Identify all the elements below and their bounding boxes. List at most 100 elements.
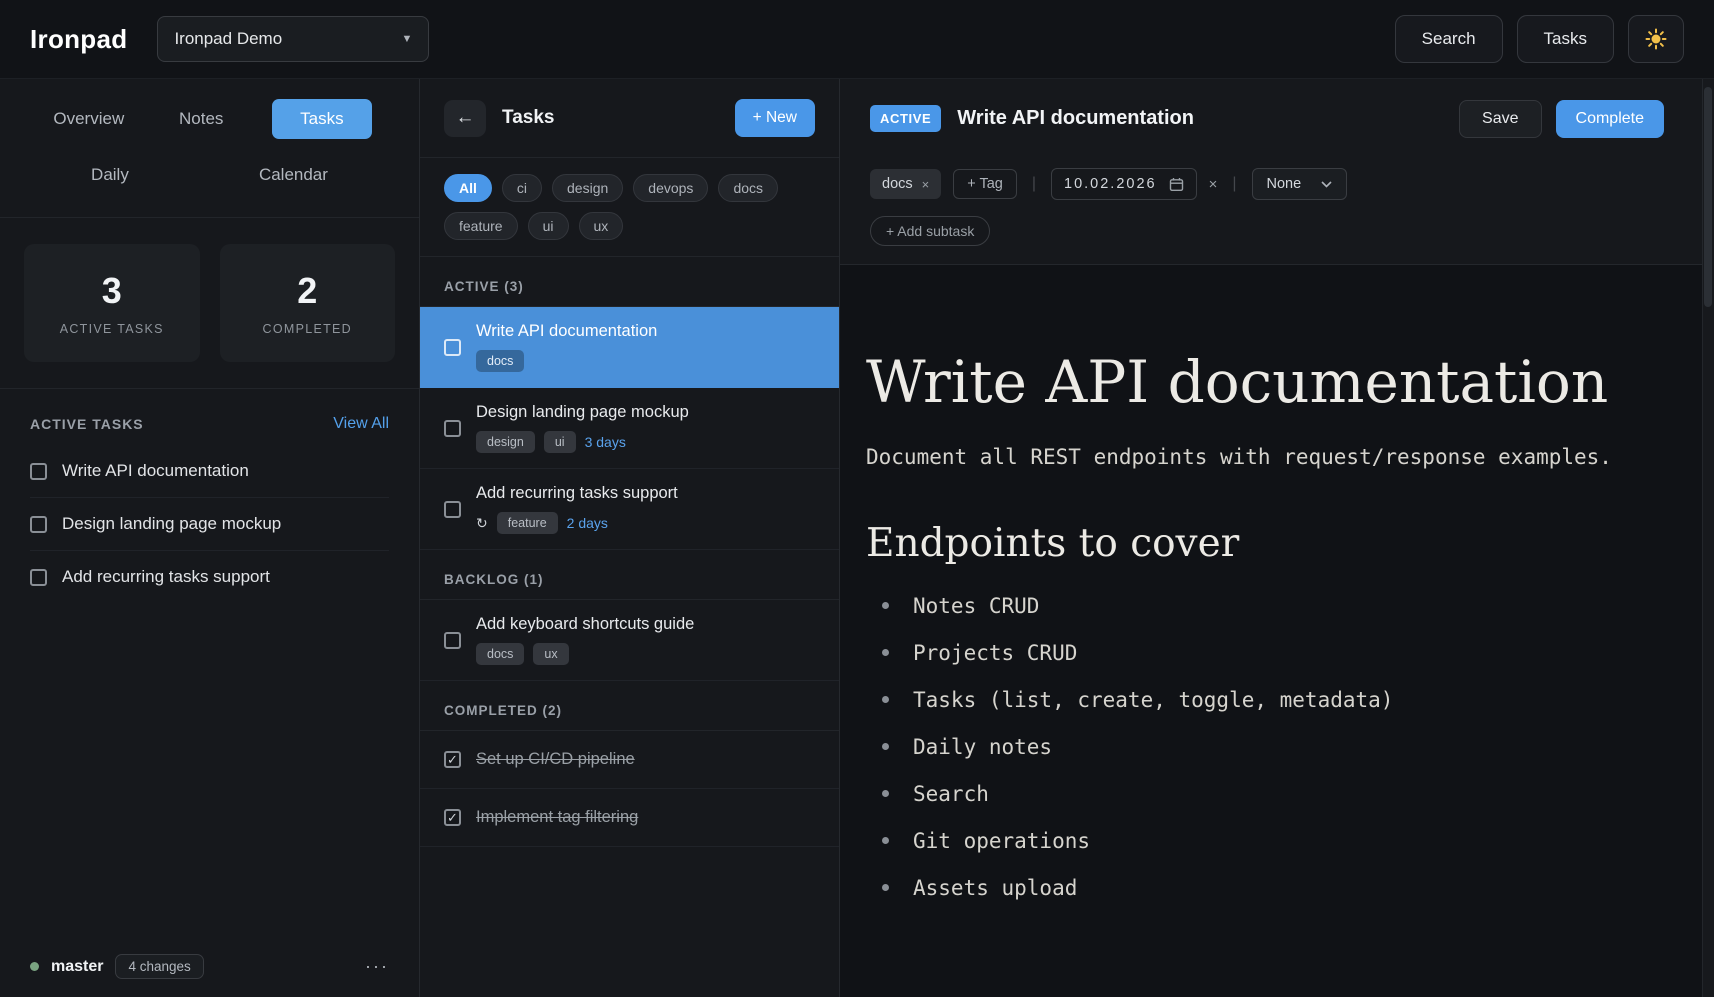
task-checkbox[interactable] <box>444 420 461 437</box>
list-item[interactable]: Add recurring tasks support <box>30 551 389 603</box>
tag-chip[interactable]: feature <box>497 512 558 534</box>
stat-value: 3 <box>102 270 122 312</box>
sidebar-nav-row-1: Overview Notes Tasks <box>26 99 393 139</box>
priority-select[interactable]: None <box>1252 168 1348 200</box>
calendar-icon <box>1169 177 1184 192</box>
list-item[interactable]: Write API documentation <box>30 445 389 498</box>
sidebar-item-calendar[interactable]: Calendar <box>253 157 334 193</box>
task-checkbox[interactable] <box>30 569 47 586</box>
list-item: Search <box>866 782 1644 806</box>
task-checkbox-checked[interactable] <box>444 751 461 768</box>
task-row-completed[interactable]: Set up CI/CD pipeline <box>420 731 839 789</box>
bullet-icon <box>882 790 889 797</box>
add-tag-button[interactable]: + Tag <box>953 169 1017 199</box>
task-content: Add recurring tasks support ↻ feature 2 … <box>476 484 678 534</box>
view-all-link[interactable]: View All <box>333 415 389 433</box>
section-title: ACTIVE TASKS <box>30 416 144 432</box>
sidebar-item-daily[interactable]: Daily <box>85 157 135 193</box>
project-selector[interactable]: Ironpad Demo ▼ <box>157 16 429 62</box>
tag-chip[interactable]: ux <box>533 643 568 665</box>
sidebar-item-tasks[interactable]: Tasks <box>272 99 371 139</box>
branch-name: master <box>51 958 103 976</box>
filter-chip-design[interactable]: design <box>552 174 623 202</box>
bullet-text: Projects CRUD <box>913 641 1077 665</box>
remove-tag-button[interactable]: × <box>922 177 930 192</box>
add-subtask-button[interactable]: + Add subtask <box>870 216 990 246</box>
task-content: Set up CI/CD pipeline <box>476 750 635 769</box>
filter-chip-feature[interactable]: feature <box>444 212 518 240</box>
task-list: ACTIVE (3) Write API documentation docs … <box>420 257 839 997</box>
filter-chip-docs[interactable]: docs <box>718 174 778 202</box>
bullet-icon <box>882 602 889 609</box>
search-button[interactable]: Search <box>1395 15 1503 63</box>
document-preview: Write API documentation Document all RES… <box>840 264 1714 997</box>
theme-toggle-button[interactable] <box>1628 15 1684 63</box>
stat-card-completed: 2 COMPLETED <box>220 244 396 362</box>
task-title: Write API documentation <box>476 322 657 341</box>
save-button[interactable]: Save <box>1459 100 1541 138</box>
task-checkbox[interactable] <box>444 632 461 649</box>
overflow-menu-button[interactable]: ··· <box>365 956 389 977</box>
task-row[interactable]: Design landing page mockup design ui 3 d… <box>420 388 839 469</box>
bullet-icon <box>882 743 889 750</box>
filter-chip-ci[interactable]: ci <box>502 174 542 202</box>
bullet-icon <box>882 884 889 891</box>
task-row-selected[interactable]: Write API documentation docs <box>420 307 839 388</box>
task-checkbox[interactable] <box>30 463 47 480</box>
task-row-completed[interactable]: Implement tag filtering <box>420 789 839 847</box>
filter-chip-devops[interactable]: devops <box>633 174 708 202</box>
list-item: Daily notes <box>866 735 1644 759</box>
due-label: 3 days <box>585 434 626 450</box>
sidebar-item-notes[interactable]: Notes <box>173 101 229 137</box>
tag-chip-docs[interactable]: docs × <box>870 169 941 199</box>
bullet-text: Tasks (list, create, toggle, metadata) <box>913 688 1393 712</box>
filter-chip-ui[interactable]: ui <box>528 212 569 240</box>
sidebar-item-overview[interactable]: Overview <box>47 101 130 137</box>
complete-button[interactable]: Complete <box>1556 100 1664 138</box>
tag-chip[interactable]: design <box>476 431 535 453</box>
tag-chip[interactable]: docs <box>476 643 524 665</box>
app-window: Ironpad Ironpad Demo ▼ Search Tasks <box>0 0 1714 997</box>
task-checkbox[interactable] <box>30 516 47 533</box>
section-header-active: ACTIVE (3) <box>420 257 839 307</box>
toolbar-divider: | <box>1032 175 1036 193</box>
sidebar-nav-row-2: Daily Calendar <box>26 157 393 193</box>
sidebar-footer: master 4 changes ··· <box>0 936 419 997</box>
topbar-actions: Search Tasks <box>1395 15 1684 63</box>
tag-chip[interactable]: docs <box>476 350 524 372</box>
tag-chip[interactable]: ui <box>544 431 576 453</box>
active-tasks-section: ACTIVE TASKS View All Write API document… <box>0 389 419 603</box>
task-row[interactable]: Add recurring tasks support ↻ feature 2 … <box>420 469 839 550</box>
task-checkbox[interactable] <box>444 339 461 356</box>
list-item: Notes CRUD <box>866 594 1644 618</box>
task-checkbox[interactable] <box>444 501 461 518</box>
chevron-down-icon <box>1321 181 1332 188</box>
tasks-button[interactable]: Tasks <box>1517 15 1614 63</box>
back-button[interactable]: ← <box>444 100 486 137</box>
changes-badge[interactable]: 4 changes <box>115 954 203 979</box>
new-task-button[interactable]: + New <box>735 99 815 137</box>
list-item[interactable]: Design landing page mockup <box>30 498 389 551</box>
branch-status-icon <box>30 962 39 971</box>
scrollbar[interactable] <box>1702 79 1714 997</box>
detail-title: Write API documentation <box>957 107 1194 130</box>
scrollbar-thumb[interactable] <box>1704 87 1712 307</box>
tag-filter-bar: All ci design devops docs feature ui ux <box>420 158 839 257</box>
bullet-text: Notes CRUD <box>913 594 1039 618</box>
task-meta: docs ux <box>476 643 694 665</box>
due-date-input[interactable]: 10.02.2026 <box>1051 168 1197 200</box>
filter-chip-ux[interactable]: ux <box>579 212 624 240</box>
bullet-text: Assets upload <box>913 876 1077 900</box>
task-row[interactable]: Add keyboard shortcuts guide docs ux <box>420 600 839 681</box>
active-tasks-header: ACTIVE TASKS View All <box>30 415 389 433</box>
document-heading: Write API documentation <box>866 351 1644 415</box>
detail-actions: Save Complete <box>1459 100 1664 138</box>
clear-date-button[interactable]: × <box>1209 176 1218 193</box>
tag-label: docs <box>882 176 913 192</box>
due-label: 2 days <box>567 515 608 531</box>
tasks-panel: ← Tasks + New All ci design devops docs … <box>420 79 840 997</box>
task-title: Add keyboard shortcuts guide <box>476 615 694 634</box>
panel-title: Tasks <box>502 107 554 129</box>
task-checkbox-checked[interactable] <box>444 809 461 826</box>
filter-chip-all[interactable]: All <box>444 174 492 202</box>
